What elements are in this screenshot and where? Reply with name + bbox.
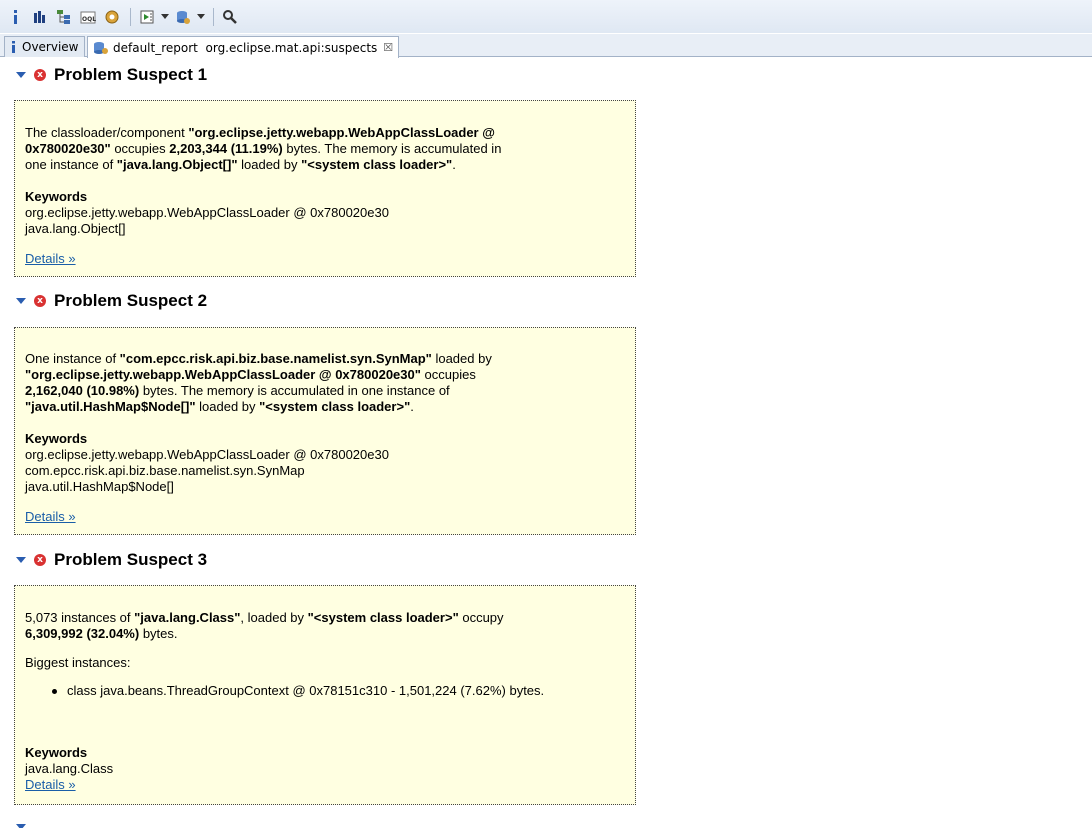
bullet-icon <box>52 689 57 694</box>
suspect-description: One instance of "com.epcc.risk.api.biz.b… <box>25 351 625 415</box>
desc-text: loaded by <box>195 399 260 414</box>
desc-text: The classloader/component <box>25 125 189 140</box>
details-link[interactable]: Details » <box>25 251 76 266</box>
desc-bold: "java.lang.Object[]" <box>116 157 238 172</box>
chevron-down-icon[interactable] <box>197 14 205 19</box>
close-icon[interactable]: ☒ <box>383 41 393 54</box>
svg-text:OQL: OQL <box>82 16 96 23</box>
desc-text: loaded by <box>431 351 492 366</box>
thread-overview-icon[interactable] <box>102 7 122 27</box>
keyword-item: com.epcc.risk.api.biz.base.namelist.syn.… <box>25 463 305 478</box>
keyword-item: org.eclipse.jetty.webapp.WebAppClassLoad… <box>25 447 389 462</box>
desc-text: . <box>452 157 456 172</box>
suspect-3-heading[interactable]: x Problem Suspect 3 <box>16 550 207 570</box>
biggest-instance: class java.beans.ThreadGroupContext @ 0x… <box>67 683 545 698</box>
heap-dump-icon[interactable] <box>173 7 193 27</box>
desc-bold: "<system class loader>" <box>301 157 453 172</box>
keyword-item: org.eclipse.jetty.webapp.WebAppClassLoad… <box>25 205 389 220</box>
suspect-title: Problem Suspect 1 <box>54 65 208 84</box>
desc-text: loaded by <box>237 157 302 172</box>
desc-text: bytes. The memory is accumulated in <box>282 141 502 156</box>
report-content: x Problem Suspect 1 The classloader/comp… <box>0 57 1092 828</box>
chevron-down-icon <box>16 822 26 828</box>
suspect-2-heading[interactable]: x Problem Suspect 2 <box>16 291 207 311</box>
desc-text: One instance of <box>25 351 120 366</box>
details-link[interactable]: Details » <box>25 777 76 792</box>
chevron-down-icon[interactable] <box>16 555 26 565</box>
desc-text: occupies <box>110 141 170 156</box>
suspect-description: The classloader/component "org.eclipse.j… <box>25 125 625 173</box>
chevron-down-icon[interactable] <box>161 14 169 19</box>
info-icon[interactable] <box>6 7 26 27</box>
suspect-description: 5,073 instances of "java.lang.Class", lo… <box>25 610 625 642</box>
tab-label: Overview <box>22 40 79 54</box>
desc-bold: 2,162,040 (10.98%) <box>25 383 140 398</box>
error-icon: x <box>34 295 46 307</box>
desc-text: . <box>410 399 414 414</box>
tab-overview[interactable]: Overview <box>4 36 85 57</box>
desc-text: , loaded by <box>240 610 308 625</box>
histogram-icon[interactable] <box>30 7 50 27</box>
suspect-title: Problem Suspect 3 <box>54 550 208 569</box>
keyword-item: java.lang.Object[] <box>25 221 126 236</box>
toolbar-separator <box>130 7 131 26</box>
keyword-item: java.util.HashMap$Node[] <box>25 479 174 494</box>
keyword-item: java.lang.Class <box>25 761 114 776</box>
tab-default-report[interactable]: default_report org.eclipse.mat.api:suspe… <box>87 36 400 58</box>
chevron-down-icon[interactable] <box>16 296 26 306</box>
desc-bold: "java.util.HashMap$Node[]" <box>25 399 196 414</box>
search-icon[interactable] <box>220 7 240 27</box>
info-icon <box>10 41 18 53</box>
desc-bold: "<system class loader>" <box>307 610 459 625</box>
list-item: class java.beans.ThreadGroupContext @ 0x… <box>25 683 625 699</box>
suspect-3-box: 5,073 instances of "java.lang.Class", lo… <box>14 585 636 805</box>
desc-text: bytes. <box>139 626 178 641</box>
desc-text: occupies <box>420 367 476 382</box>
desc-bold: "java.lang.Class" <box>134 610 241 625</box>
desc-bold: 6,309,992 (32.04%) <box>25 626 140 641</box>
desc-bold: "<system class loader>" <box>259 399 411 414</box>
tab-label: default_report org.eclipse.mat.api:suspe… <box>113 40 378 55</box>
report-icon <box>93 41 109 55</box>
desc-bold: "org.eclipse.jetty.webapp.WebAppClassLoa… <box>188 125 495 140</box>
desc-text: 5,073 instances of <box>25 610 135 625</box>
query-browser-icon[interactable] <box>137 7 157 27</box>
editor-tab-bar: Overview default_report org.eclipse.mat.… <box>0 34 1092 58</box>
keywords-title: Keywords <box>25 189 88 204</box>
main-toolbar: OQL <box>0 0 1092 33</box>
desc-text: bytes. The memory is accumulated in one … <box>139 383 450 398</box>
keywords-title: Keywords <box>25 745 88 760</box>
desc-bold: 0x780020e30" <box>25 141 111 156</box>
next-section-heading <box>16 822 34 828</box>
suspect-title: Problem Suspect 2 <box>54 291 208 310</box>
biggest-instances-label: Biggest instances: <box>25 655 131 670</box>
details-link[interactable]: Details » <box>25 509 76 524</box>
keywords-title: Keywords <box>25 431 88 446</box>
suspect-1-box: The classloader/component "org.eclipse.j… <box>14 100 636 277</box>
desc-text: occupy <box>458 610 504 625</box>
desc-text: one instance of <box>25 157 117 172</box>
desc-bold: "com.epcc.risk.api.biz.base.namelist.syn… <box>119 351 432 366</box>
desc-bold: 2,203,344 (11.19%) <box>169 141 283 156</box>
suspect-2-box: One instance of "com.epcc.risk.api.biz.b… <box>14 327 636 535</box>
oql-icon[interactable]: OQL <box>78 7 98 27</box>
chevron-down-icon[interactable] <box>16 70 26 80</box>
desc-bold: "org.eclipse.jetty.webapp.WebAppClassLoa… <box>25 367 421 382</box>
error-icon: x <box>34 554 46 566</box>
dominator-tree-icon[interactable] <box>54 7 74 27</box>
error-icon: x <box>34 69 46 81</box>
toolbar-separator <box>213 7 214 26</box>
suspect-1-heading[interactable]: x Problem Suspect 1 <box>16 65 207 85</box>
